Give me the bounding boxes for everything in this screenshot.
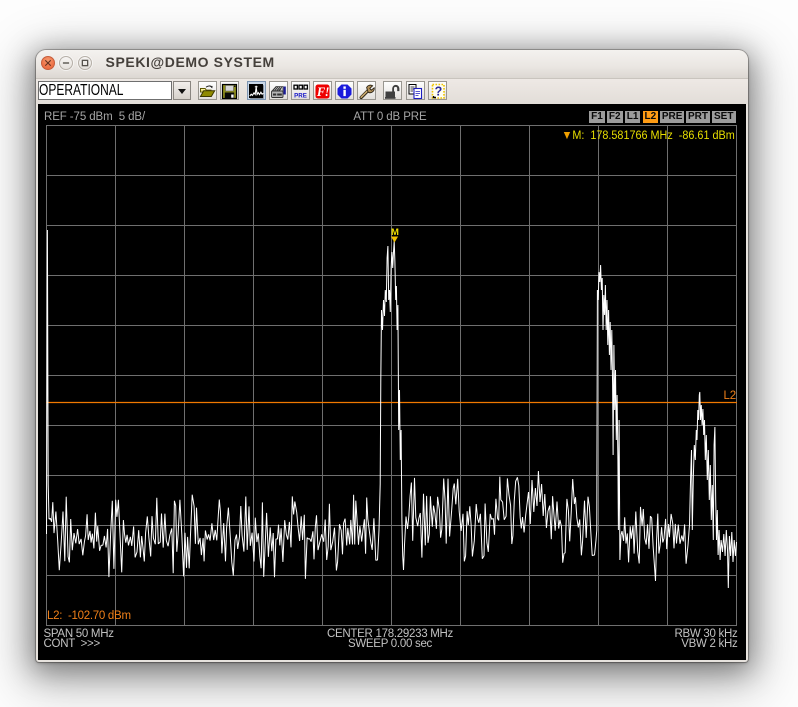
svg-text:?: ?	[434, 84, 442, 98]
svg-text:!: !	[325, 85, 330, 99]
svg-text:M: M	[391, 227, 399, 238]
svg-text:PRE: PRE	[294, 92, 307, 99]
